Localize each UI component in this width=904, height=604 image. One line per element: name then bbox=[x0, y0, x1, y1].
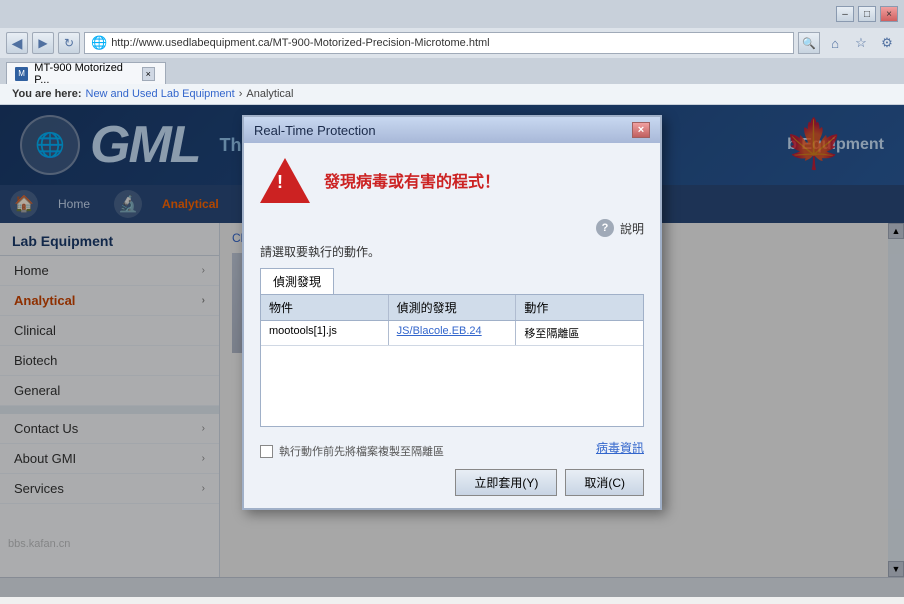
browser-window: – □ × ◀ ▶ ↻ 🌐 http://www.usedlabequipmen… bbox=[0, 0, 904, 597]
search-icon: 🔍 bbox=[798, 32, 820, 54]
tab-favicon: M bbox=[15, 67, 28, 81]
detection-table: 物件 偵測的發現 動作 mootools[1].js JS/Blacole.EB… bbox=[260, 294, 644, 427]
title-bar-buttons: – □ × bbox=[836, 6, 898, 22]
breadcrumb-item1[interactable]: New and Used Lab Equipment bbox=[86, 88, 235, 100]
modal-footer: 立即套用(Y) 取消(C) bbox=[260, 469, 644, 496]
website-content: 🌐 GML The Canadian b Equipment 🍁 🏠 Home … bbox=[0, 105, 904, 597]
tools-icon[interactable]: ⚙ bbox=[876, 32, 898, 54]
modal-body: ! 發現病毒或有害的程式！ ? 說明 請選取要執行的動作。 bbox=[244, 223, 660, 508]
help-label[interactable]: 說明 bbox=[620, 223, 644, 237]
favorites-icon[interactable]: ☆ bbox=[850, 32, 872, 54]
tab-bar: M MT-900 Motorized P... × bbox=[0, 58, 904, 84]
forward-button[interactable]: ▶ bbox=[32, 32, 54, 54]
modal-overlay: Real-Time Protection × ! 發現病毒或有害 bbox=[0, 223, 904, 577]
breadcrumb-item2: Analytical bbox=[246, 88, 293, 100]
help-row: ? 說明 bbox=[260, 223, 644, 237]
real-time-protection-dialog: Real-Time Protection × ! 發現病毒或有害 bbox=[242, 223, 662, 510]
table-empty-space bbox=[261, 346, 643, 426]
main-area: Lab Equipment Home › Analytical › Clinic… bbox=[0, 223, 904, 577]
detection-tab[interactable]: 偵測發現 bbox=[260, 268, 334, 294]
cancel-button[interactable]: 取消(C) bbox=[565, 469, 644, 496]
action-label: 請選取要執行的動作。 bbox=[260, 243, 644, 260]
breadcrumb-prefix: You are here: bbox=[12, 88, 82, 100]
bottom-row: 執行動作前先將檔案複製至隔離區 病毒資訊 bbox=[260, 435, 644, 459]
detection-link[interactable]: JS/Blacole.EB.24 bbox=[397, 325, 482, 337]
virus-info-link[interactable]: 病毒資訊 bbox=[596, 439, 644, 456]
col-detection: 偵測的發現 bbox=[389, 295, 517, 320]
nav-bar: ◀ ▶ ↻ 🌐 http://www.usedlabequipment.ca/M… bbox=[0, 28, 904, 58]
table-row: mootools[1].js JS/Blacole.EB.24 移至隔離區 bbox=[261, 321, 643, 346]
browser-tab[interactable]: M MT-900 Motorized P... × bbox=[6, 62, 166, 84]
breadcrumb-separator: › bbox=[239, 88, 243, 100]
checkbox-row: 執行動作前先將檔案複製至隔離區 bbox=[260, 443, 444, 459]
copy-checkbox[interactable] bbox=[260, 445, 273, 458]
close-button[interactable]: × bbox=[880, 6, 898, 22]
cell-action: 移至隔離區 bbox=[516, 321, 643, 345]
col-object: 物件 bbox=[261, 295, 389, 320]
table-header: 物件 偵測的發現 動作 bbox=[261, 295, 643, 321]
maximize-button[interactable]: □ bbox=[858, 6, 876, 22]
address-bar[interactable]: 🌐 http://www.usedlabequipment.ca/MT-900-… bbox=[84, 32, 794, 54]
tab-close-button[interactable]: × bbox=[142, 67, 155, 81]
breadcrumb-bar: You are here: New and Used Lab Equipment… bbox=[0, 84, 904, 105]
home-icon[interactable]: ⌂ bbox=[824, 32, 846, 54]
cell-detection[interactable]: JS/Blacole.EB.24 bbox=[389, 321, 517, 345]
title-bar: – □ × bbox=[0, 0, 904, 28]
back-button[interactable]: ◀ bbox=[6, 32, 28, 54]
checkbox-label: 執行動作前先將檔案複製至隔離區 bbox=[279, 443, 444, 459]
col-action: 動作 bbox=[516, 295, 643, 320]
tab-title: MT-900 Motorized P... bbox=[34, 62, 135, 86]
minimize-button[interactable]: – bbox=[836, 6, 854, 22]
refresh-button[interactable]: ↻ bbox=[58, 32, 80, 54]
cell-object: mootools[1].js bbox=[261, 321, 389, 345]
address-text: http://www.usedlabequipment.ca/MT-900-Mo… bbox=[111, 37, 489, 49]
tabs-row: 偵測發現 bbox=[260, 268, 644, 294]
apply-button[interactable]: 立即套用(Y) bbox=[455, 469, 557, 496]
help-icon[interactable]: ? bbox=[596, 223, 614, 237]
